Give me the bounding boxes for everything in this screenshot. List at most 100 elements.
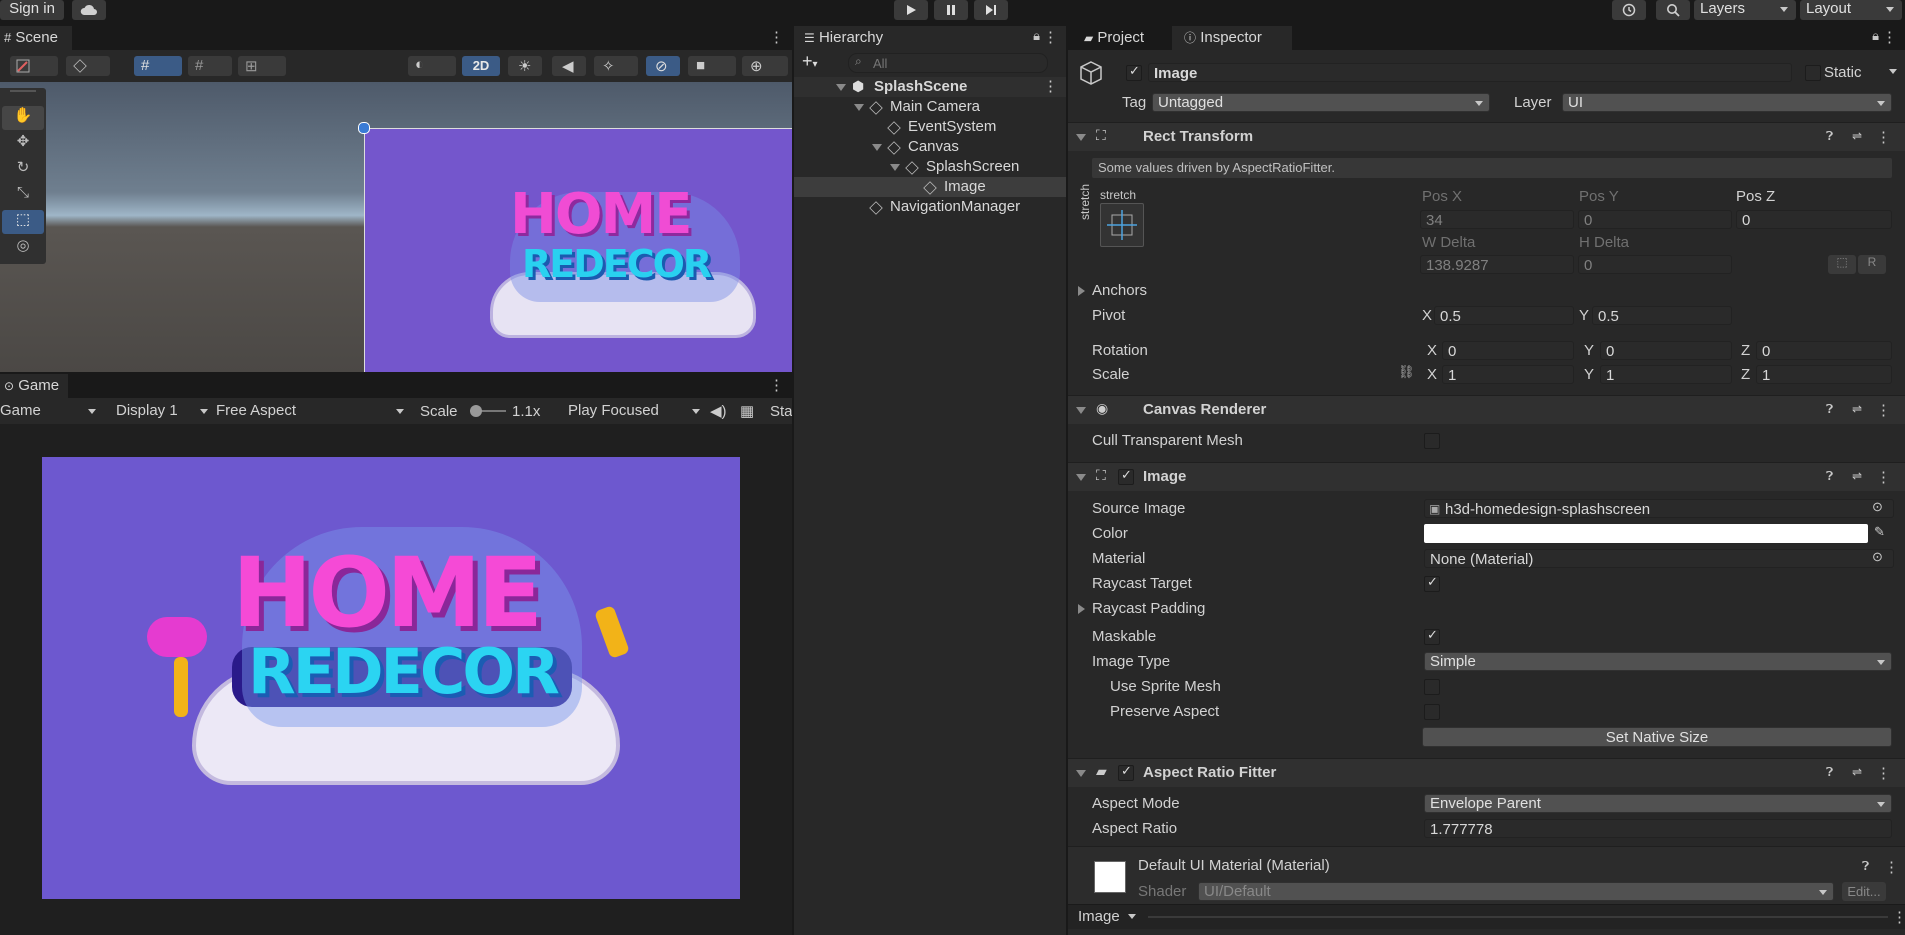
layer-dropdown[interactable]: UI [1562, 93, 1892, 112]
lock-icon[interactable]: 🔒︎ [1872, 28, 1879, 44]
tag-dropdown[interactable]: Untagged [1152, 93, 1490, 112]
active-checkbox[interactable] [1126, 63, 1142, 81]
display-dropdown[interactable]: Display 1 [116, 402, 210, 419]
game-viewport[interactable]: HOME REDECOR [0, 424, 792, 935]
expand-arrow-icon[interactable] [890, 164, 900, 171]
lighting-toggle[interactable]: ☀ [508, 56, 542, 76]
play-button[interactable] [894, 0, 928, 20]
expand-arrow-icon[interactable] [1078, 286, 1085, 296]
shader-dropdown[interactable]: UI/Default [1198, 882, 1834, 901]
rot-y-field[interactable]: 0 [1600, 341, 1732, 360]
tab-game[interactable]: ⊙ Game [0, 374, 68, 398]
transform-tool[interactable]: ◎ [2, 236, 44, 260]
expand-arrow-icon[interactable] [1078, 604, 1085, 614]
snap-increment-dropdown[interactable]: # [188, 56, 232, 76]
anchor-presets-button[interactable] [1100, 203, 1144, 247]
camera-dropdown[interactable]: ■ [688, 56, 736, 76]
raycast-target-checkbox[interactable] [1424, 574, 1440, 592]
material-field[interactable]: None (Material) [1424, 549, 1894, 568]
aspect-mode-dropdown[interactable]: Envelope Parent [1424, 794, 1892, 813]
object-name-field[interactable]: Image [1148, 63, 1792, 82]
raycast-padding-foldout[interactable]: Raycast Padding [1092, 600, 1205, 617]
help-icon[interactable]: ❓︎ [1862, 859, 1869, 874]
rot-x-field[interactable]: 0 [1442, 341, 1574, 360]
kebab-menu-icon[interactable]: ⋮ [1882, 28, 1897, 46]
hierarchy-row-selected[interactable]: Image [794, 177, 1066, 197]
scene-viewport[interactable]: HOME REDECOR ✋ ✥ ↻ ⤡ ⬚ ◎ [0, 82, 792, 372]
search-button[interactable] [1656, 0, 1690, 20]
edit-shader-button[interactable]: Edit... [1842, 882, 1886, 901]
audio-toggle[interactable]: ◀ [552, 56, 586, 76]
hierarchy-row[interactable]: SplashScreen [794, 157, 1066, 177]
collapse-arrow-icon[interactable] [1076, 770, 1086, 777]
kebab-menu-icon[interactable]: ⋮ [1043, 28, 1058, 46]
grid-snap-toggle[interactable]: # [134, 56, 182, 76]
component-enabled-checkbox[interactable] [1118, 763, 1134, 781]
search-input[interactable] [871, 55, 1025, 71]
collapse-arrow-icon[interactable] [1076, 474, 1086, 481]
hand-tool[interactable]: ✋ [2, 106, 44, 130]
aspect-dropdown[interactable]: Free Aspect [216, 402, 406, 419]
hierarchy-row[interactable]: EventSystem [794, 117, 1066, 137]
layers-dropdown[interactable]: Layers [1694, 0, 1796, 20]
scale-y-field[interactable]: 1 [1600, 365, 1732, 384]
static-checkbox[interactable] [1805, 65, 1821, 81]
component-enabled-checkbox[interactable] [1118, 467, 1134, 485]
history-button[interactable] [1612, 0, 1646, 20]
kebab-menu-icon[interactable]: ⋮ [1884, 858, 1899, 876]
color-swatch[interactable] [1424, 524, 1868, 543]
use-sprite-mesh-checkbox[interactable] [1424, 679, 1440, 695]
scene-visibility-toggle[interactable]: ⊘ [646, 56, 680, 76]
pivot-y-field[interactable]: 0.5 [1592, 306, 1732, 325]
rect-handle[interactable] [358, 122, 370, 134]
rect-transform-header[interactable]: ⛶ Rect Transform ❓︎ ⇌ ⋮ [1068, 122, 1905, 151]
image-component-header[interactable]: ⛶ Image ❓︎ ⇌ ⋮ [1068, 462, 1905, 491]
pivot-x-field[interactable]: 0.5 [1434, 306, 1574, 325]
hierarchy-search[interactable]: ⌕ [848, 53, 1048, 73]
pause-button[interactable] [934, 0, 968, 20]
help-icon[interactable]: ❓︎ [1826, 469, 1833, 484]
hierarchy-row[interactable]: Main Camera [794, 97, 1066, 117]
kebab-menu-icon[interactable]: ⋮ [1892, 908, 1905, 926]
set-native-size-button[interactable]: Set Native Size [1422, 727, 1892, 747]
scale-tool[interactable]: ⤡ [2, 184, 44, 208]
gizmos-dropdown[interactable]: ⊕ [742, 56, 788, 76]
preset-icon[interactable]: ⇌ [1852, 469, 1862, 483]
anchors-foldout[interactable]: Anchors [1092, 282, 1147, 299]
collapse-arrow-icon[interactable] [1076, 407, 1086, 414]
preview-footer[interactable]: Image ⋮ [1068, 904, 1905, 929]
object-picker-icon[interactable]: ⊙ [1872, 549, 1883, 565]
tab-scene[interactable]: # Scene [0, 26, 72, 50]
tab-inspector[interactable]: ⓘ Inspector [1172, 26, 1292, 50]
canvas-renderer-header[interactable]: ◉ Canvas Renderer ❓︎ ⇌ ⋮ [1068, 395, 1905, 424]
scale-z-field[interactable]: 1 [1756, 365, 1892, 384]
rect-tool[interactable]: ⬚ [2, 210, 44, 234]
expand-arrow-icon[interactable] [836, 84, 846, 91]
rot-z-field[interactable]: 0 [1756, 341, 1892, 360]
hierarchy-row[interactable]: Canvas [794, 137, 1066, 157]
speaker-icon[interactable]: ◀) [710, 402, 727, 420]
add-button[interactable]: +▾ [802, 52, 818, 74]
palette-handle[interactable] [10, 90, 36, 92]
stats-button[interactable]: Sta [770, 403, 792, 420]
expand-arrow-icon[interactable] [872, 144, 882, 151]
kebab-menu-icon[interactable]: ⋮ [769, 28, 784, 46]
posz-field[interactable]: 0 [1736, 210, 1892, 229]
draw-mode-dropdown[interactable] [10, 56, 58, 76]
help-icon[interactable]: ❓︎ [1826, 129, 1833, 144]
scale-x-field[interactable]: 1 [1442, 365, 1574, 384]
sign-in-button[interactable]: Sign in [0, 0, 64, 20]
object-picker-icon[interactable]: ⊙ [1872, 499, 1883, 515]
kebab-menu-icon[interactable]: ⋮ [1876, 401, 1891, 419]
cloud-button[interactable] [72, 0, 106, 20]
scale-slider[interactable] [470, 405, 506, 417]
help-icon[interactable]: ❓︎ [1826, 765, 1833, 780]
expand-arrow-icon[interactable] [854, 104, 864, 111]
move-tool[interactable]: ✥ [2, 132, 44, 156]
slider-thumb[interactable] [470, 405, 482, 417]
step-button[interactable] [974, 0, 1008, 20]
link-broken-icon[interactable]: ⛓ [1398, 364, 1415, 380]
kebab-menu-icon[interactable]: ⋮ [1043, 77, 1058, 95]
kebab-menu-icon[interactable]: ⋮ [1876, 128, 1891, 146]
preview-drag-handle[interactable] [1148, 916, 1888, 918]
